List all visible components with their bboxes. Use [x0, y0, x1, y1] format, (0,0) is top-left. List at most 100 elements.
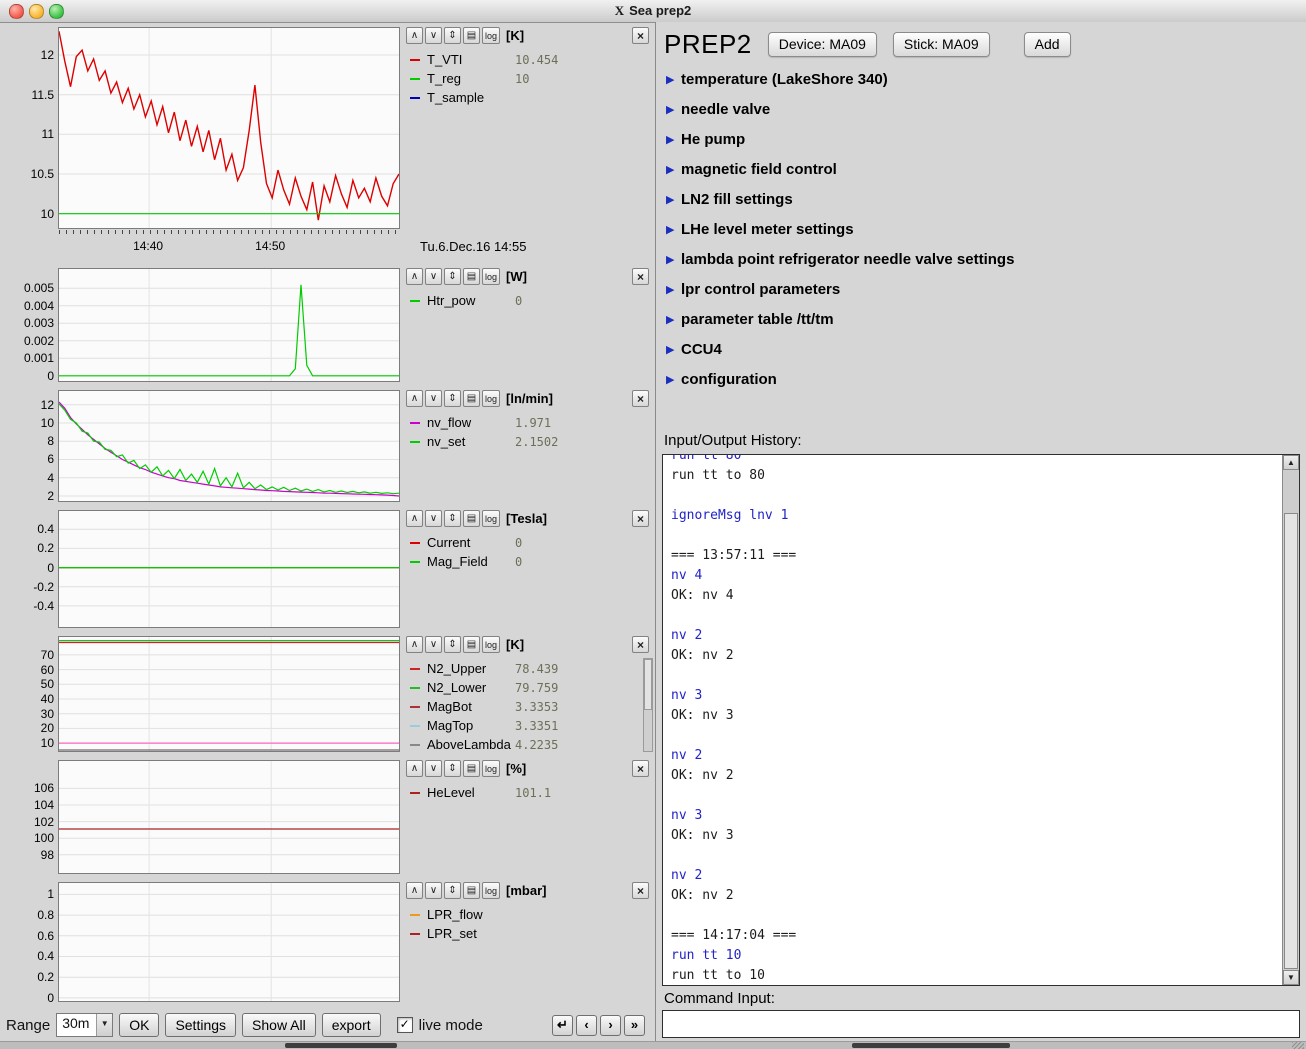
tree-item[interactable]: ▶temperature (LakeShore 340): [666, 64, 1298, 94]
legend-row[interactable]: HeLevel101.1: [408, 783, 639, 802]
window-titlebar[interactable]: XSea prep2: [0, 0, 1306, 23]
legend-row[interactable]: Htr_pow0: [408, 291, 639, 310]
pan-up-button[interactable]: ∧: [406, 268, 423, 285]
tree-item[interactable]: ▶needle valve: [666, 94, 1298, 124]
resize-grip[interactable]: [1292, 1042, 1304, 1049]
log-scale-button[interactable]: log: [482, 882, 500, 899]
options-button[interactable]: ▤: [463, 636, 480, 653]
pan-up-button[interactable]: ∧: [406, 636, 423, 653]
legend-scrollbar[interactable]: [643, 658, 653, 752]
history-scrollbar[interactable]: ▲ ▼: [1282, 455, 1299, 985]
history-line: [671, 526, 1277, 546]
plot-area[interactable]: [58, 27, 400, 229]
pan-up-button[interactable]: ∧: [406, 760, 423, 777]
plot-area[interactable]: [58, 390, 400, 502]
legend-row[interactable]: T_sample: [408, 88, 639, 107]
pan-down-button[interactable]: ∨: [425, 636, 442, 653]
device-button[interactable]: Device: MA09: [768, 32, 877, 57]
pan-down-button[interactable]: ∨: [425, 27, 442, 44]
tree-item[interactable]: ▶He pump: [666, 124, 1298, 154]
plot-area[interactable]: [58, 882, 400, 1002]
tree-item[interactable]: ▶LN2 fill settings: [666, 184, 1298, 214]
plot-area[interactable]: [58, 510, 400, 628]
legend-row[interactable]: Mag_Field0: [408, 552, 639, 571]
log-scale-button[interactable]: log: [482, 760, 500, 777]
settings-button[interactable]: Settings: [165, 1013, 236, 1037]
autoscale-button[interactable]: ⇕: [444, 268, 461, 285]
stick-button[interactable]: Stick: MA09: [893, 32, 990, 57]
options-button[interactable]: ▤: [463, 268, 480, 285]
jump-to-end-button[interactable]: »: [624, 1015, 645, 1036]
legend-row[interactable]: LPR_set: [408, 924, 639, 943]
log-scale-button[interactable]: log: [482, 268, 500, 285]
pan-up-button[interactable]: ∧: [406, 390, 423, 407]
close-chart-button[interactable]: ×: [632, 636, 649, 653]
history-scrollbar-thumb[interactable]: [1284, 513, 1298, 969]
log-scale-button[interactable]: log: [482, 27, 500, 44]
legend-row[interactable]: N2_Lower79.759: [408, 678, 639, 697]
options-button[interactable]: ▤: [463, 390, 480, 407]
close-chart-button[interactable]: ×: [632, 510, 649, 527]
legend-row[interactable]: LPR_flow: [408, 905, 639, 924]
pan-down-button[interactable]: ∨: [425, 510, 442, 527]
tree-item[interactable]: ▶lambda point refrigerator needle valve …: [666, 244, 1298, 274]
pan-down-button[interactable]: ∨: [425, 390, 442, 407]
step-forward-button[interactable]: ›: [600, 1015, 621, 1036]
log-scale-button[interactable]: log: [482, 390, 500, 407]
autoscale-button[interactable]: ⇕: [444, 390, 461, 407]
autoscale-button[interactable]: ⇕: [444, 636, 461, 653]
close-chart-button[interactable]: ×: [632, 760, 649, 777]
tree-item[interactable]: ▶magnetic field control: [666, 154, 1298, 184]
legend-row[interactable]: AboveLambda4.2235: [408, 735, 639, 754]
pan-up-button[interactable]: ∧: [406, 882, 423, 899]
range-select[interactable]: 30m ▼: [56, 1013, 113, 1037]
legend-row[interactable]: T_VTI10.454: [408, 50, 639, 69]
options-button[interactable]: ▤: [463, 882, 480, 899]
legend-row[interactable]: MagBot3.3353: [408, 697, 639, 716]
legend-row[interactable]: Current0: [408, 533, 639, 552]
step-back-button[interactable]: ‹: [576, 1015, 597, 1036]
scroll-down-icon[interactable]: ▼: [1283, 970, 1299, 985]
options-button[interactable]: ▤: [463, 760, 480, 777]
autoscale-button[interactable]: ⇕: [444, 27, 461, 44]
show-all-button[interactable]: Show All: [242, 1013, 316, 1037]
autoscale-button[interactable]: ⇕: [444, 760, 461, 777]
history-box[interactable]: run tt 80run tt to 80ignoreMsg lnv 1=== …: [662, 454, 1300, 986]
ok-button[interactable]: OK: [119, 1013, 159, 1037]
autoscale-button[interactable]: ⇕: [444, 510, 461, 527]
autoscale-button[interactable]: ⇕: [444, 882, 461, 899]
pan-down-button[interactable]: ∨: [425, 760, 442, 777]
live-mode-checkbox[interactable]: ✓: [397, 1017, 413, 1033]
tree-item[interactable]: ▶parameter table /tt/tm: [666, 304, 1298, 334]
log-scale-button[interactable]: log: [482, 636, 500, 653]
legend-row[interactable]: MagTop3.3351: [408, 716, 639, 735]
legend-row[interactable]: nv_set2.1502: [408, 432, 639, 451]
tree-item[interactable]: ▶CCU4: [666, 334, 1298, 364]
close-chart-button[interactable]: ×: [632, 390, 649, 407]
undo-zoom-button[interactable]: ↵: [552, 1015, 573, 1036]
close-chart-button[interactable]: ×: [632, 882, 649, 899]
plot-area[interactable]: [58, 636, 400, 752]
pan-up-button[interactable]: ∧: [406, 510, 423, 527]
close-chart-button[interactable]: ×: [632, 27, 649, 44]
tree-item[interactable]: ▶configuration: [666, 364, 1298, 394]
close-chart-button[interactable]: ×: [632, 268, 649, 285]
options-button[interactable]: ▤: [463, 27, 480, 44]
pan-up-button[interactable]: ∧: [406, 27, 423, 44]
legend-scrollbar-thumb[interactable]: [644, 659, 652, 710]
tree-item[interactable]: ▶lpr control parameters: [666, 274, 1298, 304]
legend-row[interactable]: N2_Upper78.439: [408, 659, 639, 678]
tree-item[interactable]: ▶LHe level meter settings: [666, 214, 1298, 244]
add-button[interactable]: Add: [1024, 32, 1071, 57]
export-button[interactable]: export: [322, 1013, 381, 1037]
options-button[interactable]: ▤: [463, 510, 480, 527]
scroll-up-icon[interactable]: ▲: [1283, 455, 1299, 470]
plot-area[interactable]: [58, 268, 400, 382]
legend-row[interactable]: T_reg10: [408, 69, 639, 88]
log-scale-button[interactable]: log: [482, 510, 500, 527]
command-input[interactable]: [662, 1010, 1300, 1038]
plot-area[interactable]: [58, 760, 400, 874]
legend-row[interactable]: nv_flow1.971: [408, 413, 639, 432]
pan-down-button[interactable]: ∨: [425, 882, 442, 899]
pan-down-button[interactable]: ∨: [425, 268, 442, 285]
